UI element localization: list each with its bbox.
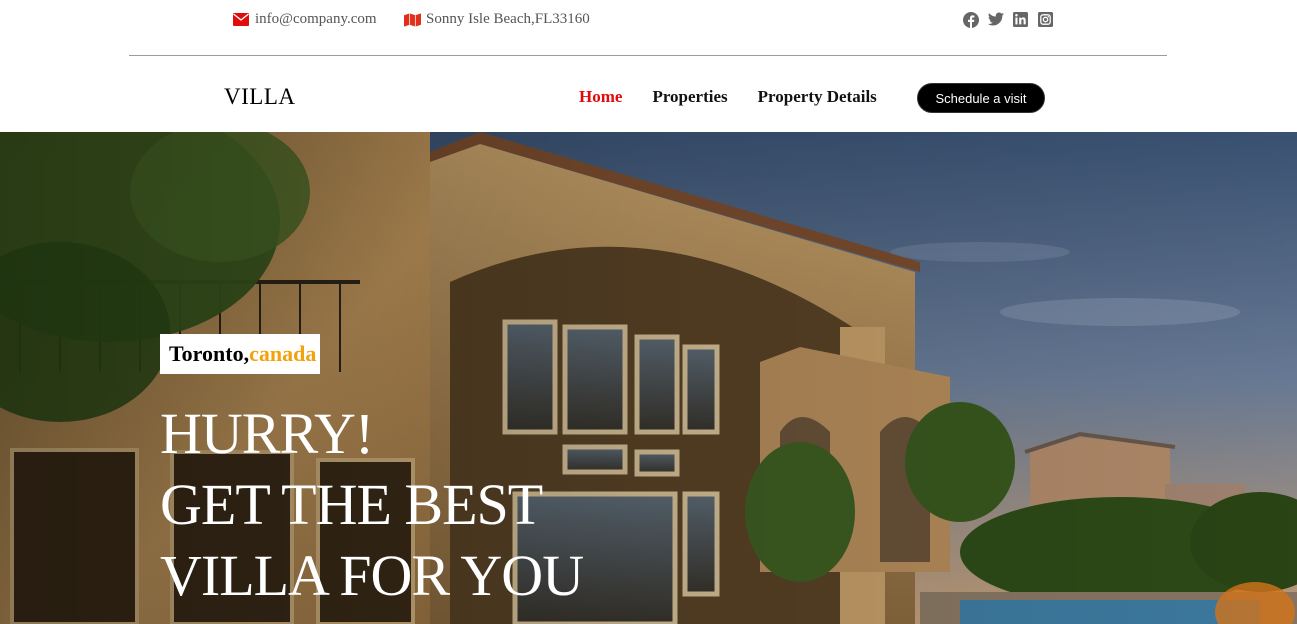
location-city: Toronto, xyxy=(169,341,250,366)
nav-item-home[interactable]: Home xyxy=(579,87,622,107)
twitter-icon[interactable] xyxy=(988,12,1004,28)
envelope-icon xyxy=(233,12,250,27)
main-nav: Home Properties Property Details xyxy=(579,87,907,107)
nav-item-properties[interactable]: Properties xyxy=(652,87,727,107)
location-country: canada xyxy=(249,341,317,366)
facebook-icon[interactable] xyxy=(963,12,979,28)
social-links xyxy=(963,12,1054,28)
hero-title-line-3: VILLA FOR YOU xyxy=(160,543,584,608)
email-text[interactable]: info@company.com xyxy=(255,11,377,28)
location-badge: Toronto, canada xyxy=(160,334,321,374)
email-contact[interactable]: info@company.com xyxy=(233,11,377,28)
address-contact: Sonny Isle Beach,FL33160 xyxy=(404,11,590,28)
hero-title-line-1: HURRY! xyxy=(160,401,374,466)
hero-banner: Toronto, canada HURRY! GET THE BEST VILLA… xyxy=(0,132,1297,624)
instagram-icon[interactable] xyxy=(1038,12,1054,28)
address-text: Sonny Isle Beach,FL33160 xyxy=(426,11,590,27)
hero-title-line-2: GET THE BEST xyxy=(160,472,543,537)
top-info-bar: info@company.com Sonny Isle Beach,FL3316… xyxy=(0,0,1297,56)
schedule-visit-button[interactable]: Schedule a visit xyxy=(917,83,1045,113)
site-header: VILLA Home Properties Property Details S… xyxy=(0,56,1297,132)
linkedin-icon[interactable] xyxy=(1013,12,1029,28)
site-logo[interactable]: VILLA xyxy=(224,84,295,110)
hero-title: HURRY! GET THE BEST VILLA FOR YOU xyxy=(160,398,584,611)
map-icon xyxy=(404,12,421,27)
nav-item-property-details[interactable]: Property Details xyxy=(758,87,877,107)
